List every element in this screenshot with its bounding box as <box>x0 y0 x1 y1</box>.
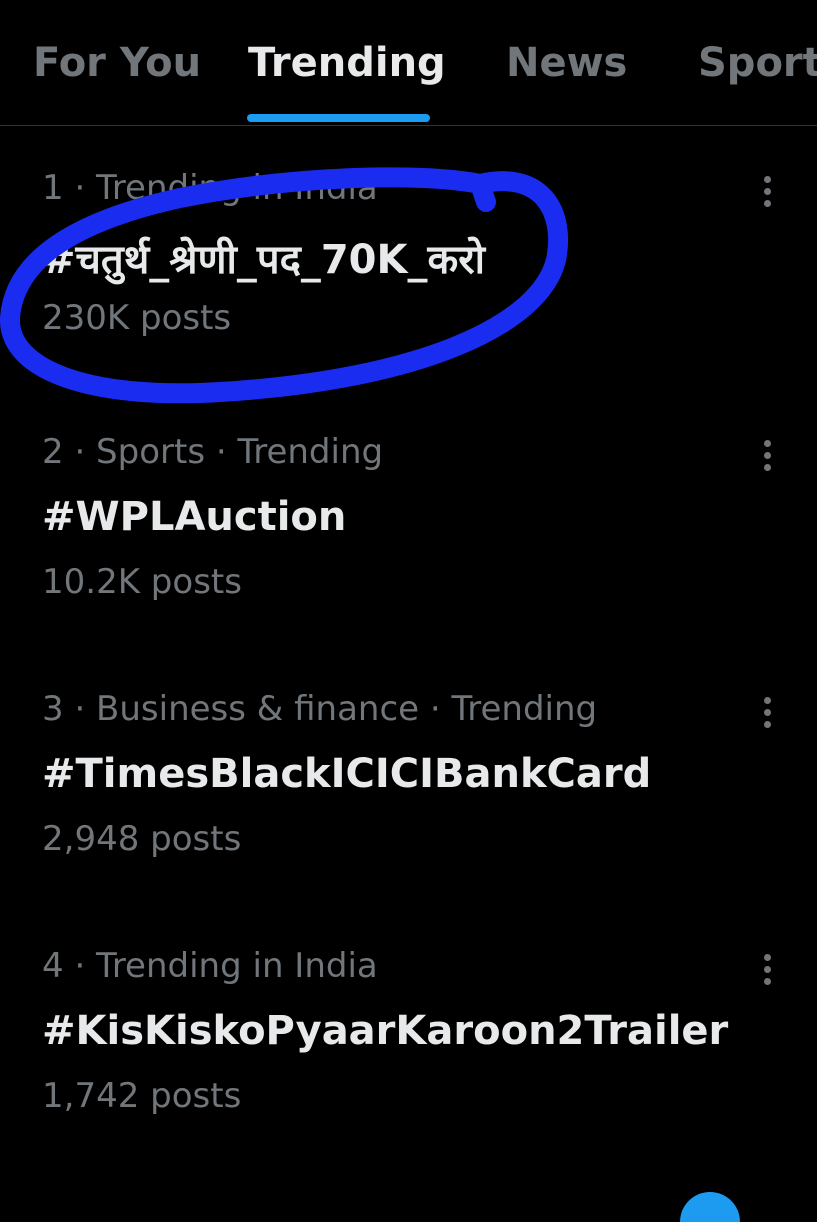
tab-for-you[interactable]: For You <box>33 40 201 86</box>
trend-item[interactable]: 2 · Sports · Trending #WPLAuction 10.2K … <box>0 432 817 672</box>
trend-hashtag: #चतुर्थ_श्रेणी_पद_70K_करो <box>42 237 485 283</box>
floating-action-button[interactable] <box>680 1192 740 1222</box>
trend-hashtag: #WPLAuction <box>42 494 347 540</box>
tab-trending[interactable]: Trending <box>248 40 446 86</box>
trend-post-count: 1,742 posts <box>42 1076 242 1116</box>
trend-post-count: 2,948 posts <box>42 819 242 859</box>
trend-item[interactable]: 1 · Trending in India #चतुर्थ_श्रेणी_पद_… <box>0 168 817 408</box>
trend-post-count: 230K posts <box>42 298 232 338</box>
trend-item[interactable]: 4 · Trending in India #KisKiskoPyaarKaro… <box>0 946 817 1186</box>
active-tab-indicator <box>247 114 430 122</box>
trend-context: 4 · Trending in India <box>42 946 378 986</box>
trend-context: 2 · Sports · Trending <box>42 432 384 472</box>
more-options-icon[interactable] <box>757 174 779 210</box>
trend-item[interactable]: 3 · Business & finance · Trending #Times… <box>0 689 817 929</box>
tab-news[interactable]: News <box>506 40 627 86</box>
trend-post-count: 10.2K posts <box>42 562 242 602</box>
trend-hashtag: #KisKiskoPyaarKaroon2Trailer <box>42 1008 729 1054</box>
more-options-icon[interactable] <box>757 438 779 474</box>
trend-hashtag: #TimesBlackICICIBankCard <box>42 751 652 797</box>
more-options-icon[interactable] <box>757 952 779 988</box>
tab-bar: For You Trending News Sport <box>0 0 817 126</box>
trend-context: 3 · Business & finance · Trending <box>42 689 598 729</box>
trend-context: 1 · Trending in India <box>42 168 378 208</box>
more-options-icon[interactable] <box>757 695 779 731</box>
tab-sport[interactable]: Sport <box>698 40 817 86</box>
